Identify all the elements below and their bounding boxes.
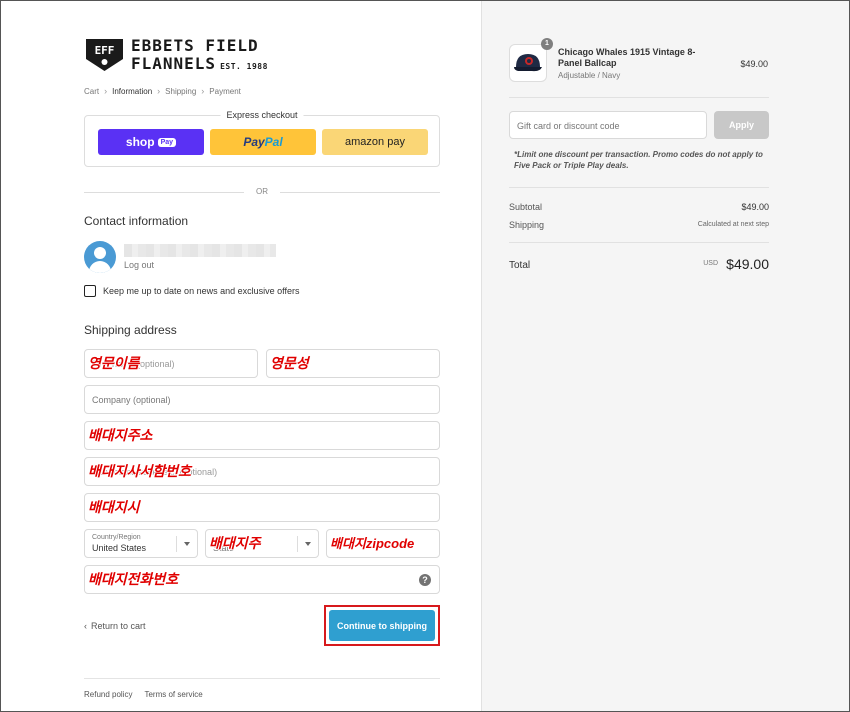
logout-link[interactable]: Log out [124,260,154,270]
paypal-label-pay: Pay [243,135,265,149]
chevron-left-icon: ‹ [84,621,87,631]
express-checkout: Express checkout shop Pay Pay Pal amazon … [84,110,440,167]
company-placeholder: Company (optional) [92,395,171,405]
apply-discount-button[interactable]: Apply [714,111,769,139]
product-price: $49.00 [740,59,768,69]
avatar [84,241,116,273]
brand-wordmark: EBBETS FIELD FLANNELS EST. 1988 [131,37,268,76]
contact-title: Contact information [84,214,189,228]
chevron-right-icon: › [157,86,161,96]
first-name-annotation: 영문이름 [88,355,140,371]
newsletter-checkbox[interactable] [84,285,96,297]
brand-est: EST. 1988 [220,62,268,71]
shipping-title: Shipping address [84,323,177,337]
divider [509,242,769,243]
return-to-cart-label: Return to cart [91,621,146,631]
phone-annotation: 배대지전화번호 [88,571,179,587]
shipping-row: Shipping Calculated at next step [509,220,769,230]
city-field[interactable]: 배대지시 [84,493,440,522]
country-value: United States [92,543,147,553]
order-summary: 1 Chicago Whales 1915 Vintage 8-Panel Ba… [481,1,849,711]
last-name-annotation: 영문성 [270,355,309,371]
total-value: $49.00 [726,256,769,272]
company-field[interactable]: Company (optional) [84,385,440,414]
eff-shield-logo-icon: EFF [86,39,123,71]
country-select[interactable]: Country/Region United States [84,529,198,558]
zip-field[interactable]: 배대지zipcode [326,529,440,558]
address-annotation: 배대지주소 [88,427,153,443]
address-field[interactable]: 배대지주소 [84,421,440,450]
shop-pay-button[interactable]: shop Pay [98,129,204,155]
checkout-main: EFF EBBETS FIELD FLANNELS EST. 1988 Cart … [84,1,440,711]
continue-highlight: Continue to shipping [324,605,440,646]
footer-divider [84,678,440,679]
shop-pay-label: shop [125,135,155,149]
state-annotation: 배대지주 [209,535,261,551]
subtotal-value: $49.00 [741,202,769,212]
apartment-annotation: 배대지사서함번호 [88,463,192,479]
redacted-email [124,244,276,257]
apartment-field[interactable]: Apartment, suite, etc. (optional) 배대지사서함… [84,457,440,486]
terms-of-service-link[interactable]: Terms of service [144,690,202,699]
amazon-pay-button[interactable]: amazon pay [322,129,428,155]
phone-field[interactable]: 배대지전화번호 ? [84,565,440,594]
brand-logo[interactable]: EFF EBBETS FIELD FLANNELS EST. 1988 [84,37,284,77]
product-name: Chicago Whales 1915 Vintage 8-Panel Ball… [558,47,696,68]
chevron-right-icon: › [201,86,205,96]
subtotal-row: Subtotal $49.00 [509,202,769,212]
divider [509,97,769,98]
discount-code-input[interactable]: Gift card or discount code [509,111,707,139]
total-row: Total USD $49.00 [509,256,769,272]
shipping-value: Calculated at next step [697,221,769,228]
svg-text:EFF: EFF [95,44,115,57]
product-variant: Adjustable / Navy [558,71,621,80]
return-to-cart-link[interactable]: ‹ Return to cart [84,621,146,631]
discount-placeholder: Gift card or discount code [517,121,620,131]
refund-policy-link[interactable]: Refund policy [84,690,132,699]
quantity-badge: 1 [541,38,553,50]
breadcrumb-cart[interactable]: Cart [84,87,99,96]
brand-name-line1: EBBETS FIELD [131,36,259,55]
help-icon[interactable]: ? [419,574,431,586]
amazon-pay-label: amazon pay [345,136,405,148]
shop-pay-pill: Pay [157,137,177,147]
checkout-page: EFF EBBETS FIELD FLANNELS EST. 1988 Cart … [0,0,850,712]
footer-links: Refund policy Terms of service [84,690,203,699]
paypal-label-pal: Pal [264,135,283,149]
or-label: OR [256,187,268,196]
state-select[interactable]: State 배대지주 [205,529,319,558]
breadcrumb-payment: Payment [209,86,241,96]
or-divider: OR [84,187,440,197]
breadcrumb-information: Information [112,86,153,96]
express-checkout-title: Express checkout [220,110,304,120]
shipping-label: Shipping [509,220,545,230]
total-label: Total [509,260,531,271]
brand-name-line2: FLANNELS [131,54,217,73]
newsletter-checkbox-row[interactable]: Keep me up to date on news and exclusive… [84,285,299,297]
total-currency: USD [703,260,718,267]
discount-limit-note: *Limit one discount per transaction. Pro… [514,150,763,170]
chevron-down-icon [176,536,190,552]
zip-annotation: 배대지zipcode [330,536,415,551]
chevron-down-icon [297,536,311,552]
product-thumbnail [509,44,547,82]
chevron-right-icon: › [104,86,108,96]
city-annotation: 배대지시 [88,499,140,515]
breadcrumb: Cart › Information › Shipping › Payment [84,86,241,96]
country-label: Country/Region [92,534,141,541]
newsletter-label: Keep me up to date on news and exclusive… [103,286,300,296]
last-name-field[interactable]: 영문성 [266,349,440,378]
continue-to-shipping-button[interactable]: Continue to shipping [329,610,435,641]
first-name-field[interactable]: First name (optional) 영문이름 [84,349,258,378]
breadcrumb-shipping: Shipping [165,86,197,96]
subtotal-label: Subtotal [509,202,543,212]
divider [509,187,769,188]
paypal-button[interactable]: Pay Pal [210,129,316,155]
ballcap-icon [514,54,542,72]
